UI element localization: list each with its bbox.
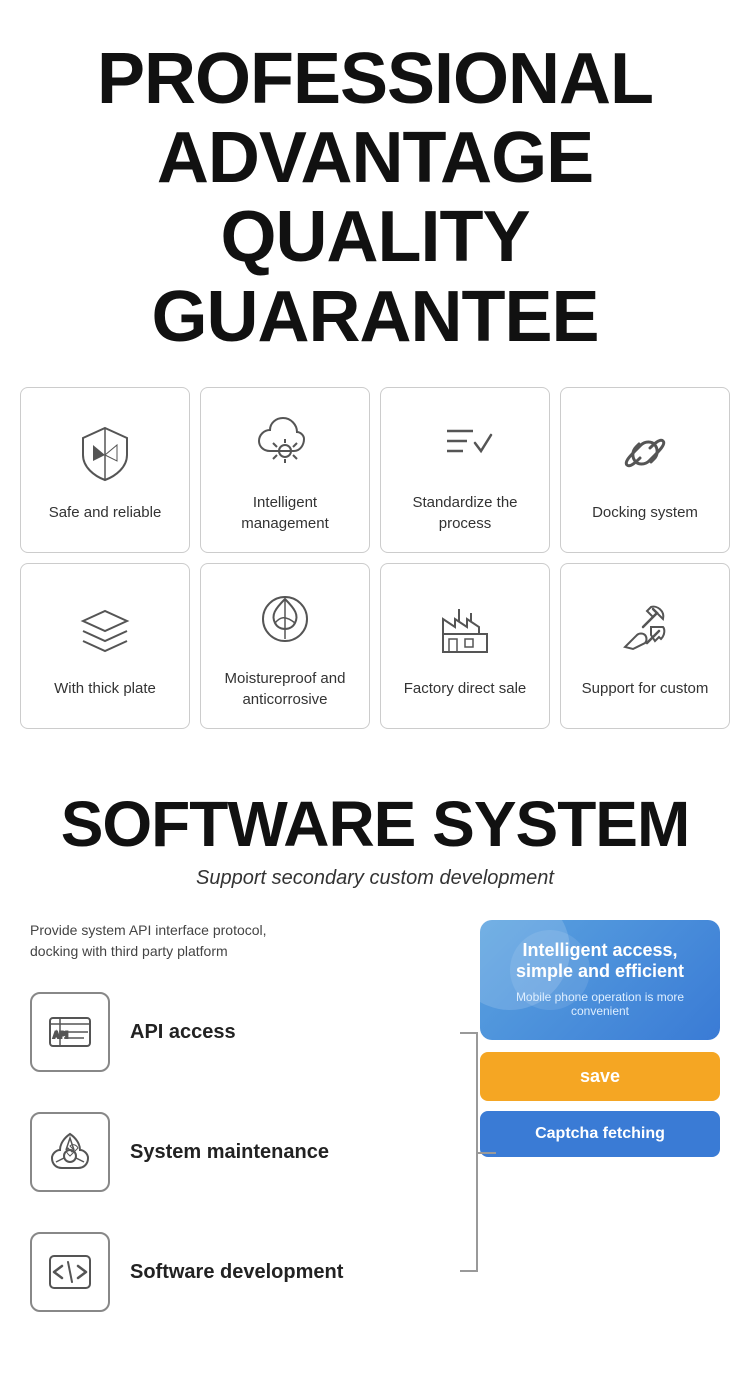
features-list: API API access <box>30 992 460 1312</box>
intelligent-management-label: Intelligent management <box>211 492 359 534</box>
save-button[interactable]: save <box>480 1052 720 1101</box>
maintenance-icon-box <box>30 1112 110 1192</box>
api-icon: API <box>46 1008 94 1056</box>
software-development-label: Software development <box>130 1259 343 1285</box>
api-icon-box: API <box>30 992 110 1072</box>
captcha-button[interactable]: Captcha fetching <box>480 1111 720 1157</box>
card-safe-reliable: Safe and reliable <box>20 387 190 553</box>
checklist-icon <box>430 408 500 478</box>
system-maintenance-label: System maintenance <box>130 1139 329 1165</box>
card-thick-plate: With thick plate <box>20 563 190 729</box>
card-intelligent-management: Intelligent management <box>200 387 370 553</box>
tools-icon <box>610 594 680 664</box>
link-icon <box>610 418 680 488</box>
grid-row-2: With thick plate Moistureproof and antic… <box>20 563 730 729</box>
provide-text: Provide system API interface protocol,do… <box>30 920 460 962</box>
grid-row-1: Safe and reliable Intelligent management <box>20 387 730 553</box>
code-icon <box>46 1248 94 1296</box>
cloud-settings-icon <box>250 408 320 478</box>
software-title: SOFTWARE SYSTEM <box>30 789 720 859</box>
code-icon-box <box>30 1232 110 1312</box>
features-grid: Safe and reliable Intelligent management <box>0 387 750 769</box>
phone-card: Intelligent access, simple and efficient… <box>480 920 720 1040</box>
software-body: Provide system API interface protocol,do… <box>30 920 720 1352</box>
factory-direct-label: Factory direct sale <box>404 678 527 699</box>
card-standardize-process: Standardize the process <box>380 387 550 553</box>
card-support-custom: Support for custom <box>560 563 730 729</box>
software-section: SOFTWARE SYSTEM Support secondary custom… <box>0 769 750 1382</box>
safe-reliable-label: Safe and reliable <box>49 502 162 523</box>
layers-icon <box>70 594 140 664</box>
factory-icon <box>430 594 500 664</box>
feature-software-development: Software development <box>30 1232 460 1312</box>
support-custom-label: Support for custom <box>582 678 709 699</box>
shield-icon <box>70 418 140 488</box>
feature-api-access: API API access <box>30 992 460 1072</box>
main-title: PROFESSIONAL ADVANTAGE QUALITY GUARANTEE <box>20 40 730 357</box>
docking-system-label: Docking system <box>592 502 698 523</box>
card-moistureproof: Moistureproof and anticorrosive <box>200 563 370 729</box>
moistureproof-label: Moistureproof and anticorrosive <box>211 668 359 710</box>
phone-sub-text: Mobile phone operation is more convenien… <box>495 990 705 1018</box>
standardize-process-label: Standardize the process <box>391 492 539 534</box>
software-right-panel: Intelligent access, simple and efficient… <box>480 920 720 1157</box>
api-access-label: API access <box>130 1019 236 1045</box>
leaf-shield-icon <box>250 584 320 654</box>
software-subtitle: Support secondary custom development <box>30 867 720 890</box>
software-left: Provide system API interface protocol,do… <box>30 920 460 1352</box>
header-section: PROFESSIONAL ADVANTAGE QUALITY GUARANTEE <box>0 0 750 387</box>
thick-plate-label: With thick plate <box>54 678 156 699</box>
maintenance-icon <box>46 1128 94 1176</box>
feature-system-maintenance: System maintenance <box>30 1112 460 1192</box>
card-factory-direct: Factory direct sale <box>380 563 550 729</box>
phone-main-text: Intelligent access, simple and efficient <box>495 940 705 982</box>
card-docking-system: Docking system <box>560 387 730 553</box>
